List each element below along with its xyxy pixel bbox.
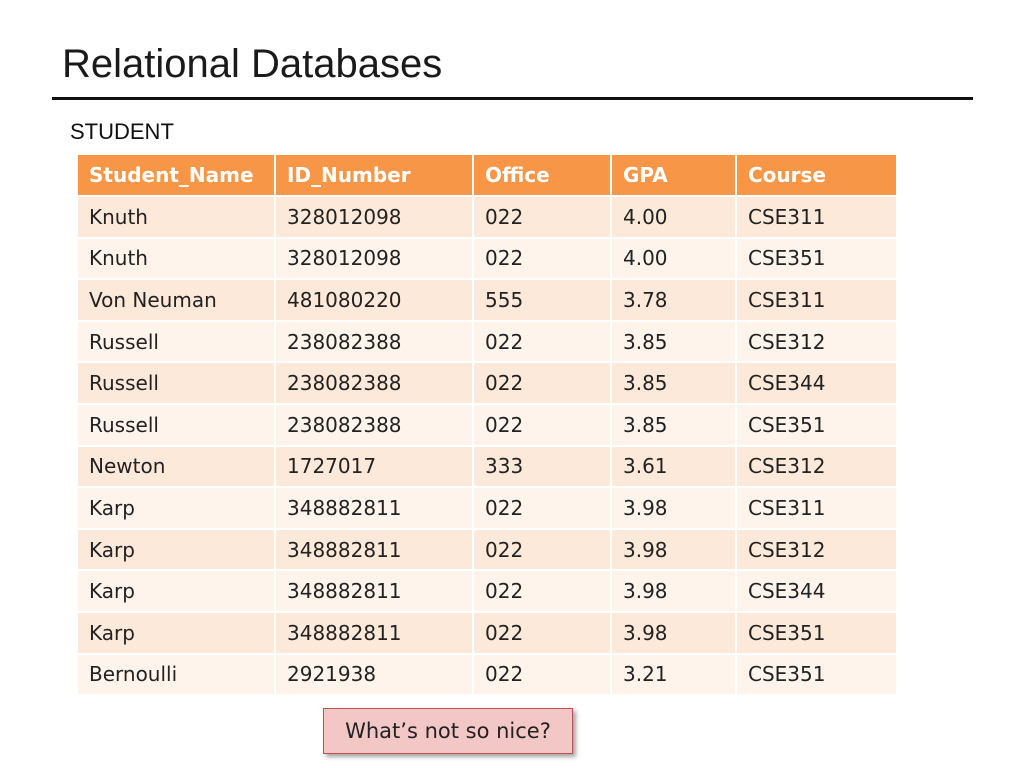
cell-course: CSE344 <box>735 361 898 405</box>
table-row: Russell 238082388 022 3.85 CSE312 <box>76 319 898 364</box>
cell-gpa: 3.98 <box>610 527 737 572</box>
cell-id-number: 481080220 <box>274 278 474 322</box>
table-row: Karp 348882811 022 3.98 CSE312 <box>76 527 898 572</box>
table-row: Karp 348882811 022 3.98 CSE344 <box>76 569 898 613</box>
cell-id-number: 348882811 <box>274 527 474 572</box>
header-student-name: Student_Name <box>76 153 276 197</box>
cell-office: 022 <box>472 610 612 655</box>
table-row: Bernoulli 2921938 022 3.21 CSE351 <box>76 652 898 697</box>
title-divider <box>52 97 973 100</box>
cell-id-number: 348882811 <box>274 610 474 655</box>
cell-course: CSE311 <box>735 278 898 322</box>
cell-student-name: Karp <box>76 486 276 530</box>
header-course: Course <box>735 153 898 197</box>
cell-office: 022 <box>472 361 612 405</box>
cell-id-number: 328012098 <box>274 236 474 281</box>
table-row: Knuth 328012098 022 4.00 CSE311 <box>76 195 898 239</box>
cell-course: CSE312 <box>735 527 898 572</box>
table-row: Karp 348882811 022 3.98 CSE351 <box>76 610 898 655</box>
cell-course: CSE351 <box>735 402 898 447</box>
table-row: Knuth 328012098 022 4.00 CSE351 <box>76 236 898 281</box>
table-row: Karp 348882811 022 3.98 CSE311 <box>76 486 898 530</box>
cell-office: 022 <box>472 236 612 281</box>
cell-student-name: Russell <box>76 402 276 447</box>
cell-gpa: 3.85 <box>610 402 737 447</box>
cell-course: CSE311 <box>735 195 898 239</box>
cell-gpa: 3.98 <box>610 610 737 655</box>
cell-id-number: 348882811 <box>274 569 474 613</box>
table-row: Russell 238082388 022 3.85 CSE344 <box>76 361 898 405</box>
cell-student-name: Knuth <box>76 195 276 239</box>
cell-course: CSE312 <box>735 444 898 489</box>
cell-student-name: Bernoulli <box>76 652 276 697</box>
cell-course: CSE312 <box>735 319 898 364</box>
slide-title: Relational Databases <box>62 42 443 86</box>
cell-gpa: 3.98 <box>610 486 737 530</box>
header-row: Student_Name ID_Number Office GPA Course <box>76 153 898 197</box>
callout-text: What’s not so nice? <box>345 719 551 743</box>
header-id-number: ID_Number <box>274 153 474 197</box>
cell-gpa: 3.21 <box>610 652 737 697</box>
cell-student-name: Newton <box>76 444 276 489</box>
cell-student-name: Karp <box>76 610 276 655</box>
cell-course: CSE351 <box>735 652 898 697</box>
cell-gpa: 3.78 <box>610 278 737 322</box>
cell-id-number: 348882811 <box>274 486 474 530</box>
cell-id-number: 238082388 <box>274 361 474 405</box>
cell-office: 022 <box>472 569 612 613</box>
table-row: Von Neuman 481080220 555 3.78 CSE311 <box>76 278 898 322</box>
cell-office: 022 <box>472 527 612 572</box>
cell-id-number: 238082388 <box>274 319 474 364</box>
student-table: Student_Name ID_Number Office GPA Course… <box>76 153 898 697</box>
cell-office: 022 <box>472 319 612 364</box>
callout-box: What’s not so nice? <box>323 708 573 754</box>
cell-course: CSE311 <box>735 486 898 530</box>
cell-id-number: 2921938 <box>274 652 474 697</box>
header-gpa: GPA <box>610 153 737 197</box>
cell-student-name: Russell <box>76 361 276 405</box>
cell-office: 333 <box>472 444 612 489</box>
cell-student-name: Knuth <box>76 236 276 281</box>
cell-id-number: 238082388 <box>274 402 474 447</box>
cell-student-name: Von Neuman <box>76 278 276 322</box>
table-label: STUDENT <box>70 119 174 144</box>
cell-office: 022 <box>472 402 612 447</box>
cell-office: 022 <box>472 195 612 239</box>
table-row: Russell 238082388 022 3.85 CSE351 <box>76 402 898 447</box>
slide: Relational Databases STUDENT Student_Nam… <box>0 0 1024 768</box>
cell-office: 022 <box>472 486 612 530</box>
cell-course: CSE344 <box>735 569 898 613</box>
cell-student-name: Karp <box>76 527 276 572</box>
cell-id-number: 328012098 <box>274 195 474 239</box>
cell-gpa: 3.98 <box>610 569 737 613</box>
cell-gpa: 4.00 <box>610 236 737 281</box>
cell-gpa: 3.85 <box>610 319 737 364</box>
cell-course: CSE351 <box>735 236 898 281</box>
cell-gpa: 3.61 <box>610 444 737 489</box>
cell-student-name: Karp <box>76 569 276 613</box>
cell-office: 022 <box>472 652 612 697</box>
table-row: Newton 1727017 333 3.61 CSE312 <box>76 444 898 489</box>
cell-office: 555 <box>472 278 612 322</box>
cell-gpa: 3.85 <box>610 361 737 405</box>
header-office: Office <box>472 153 612 197</box>
cell-gpa: 4.00 <box>610 195 737 239</box>
cell-student-name: Russell <box>76 319 276 364</box>
cell-id-number: 1727017 <box>274 444 474 489</box>
cell-course: CSE351 <box>735 610 898 655</box>
